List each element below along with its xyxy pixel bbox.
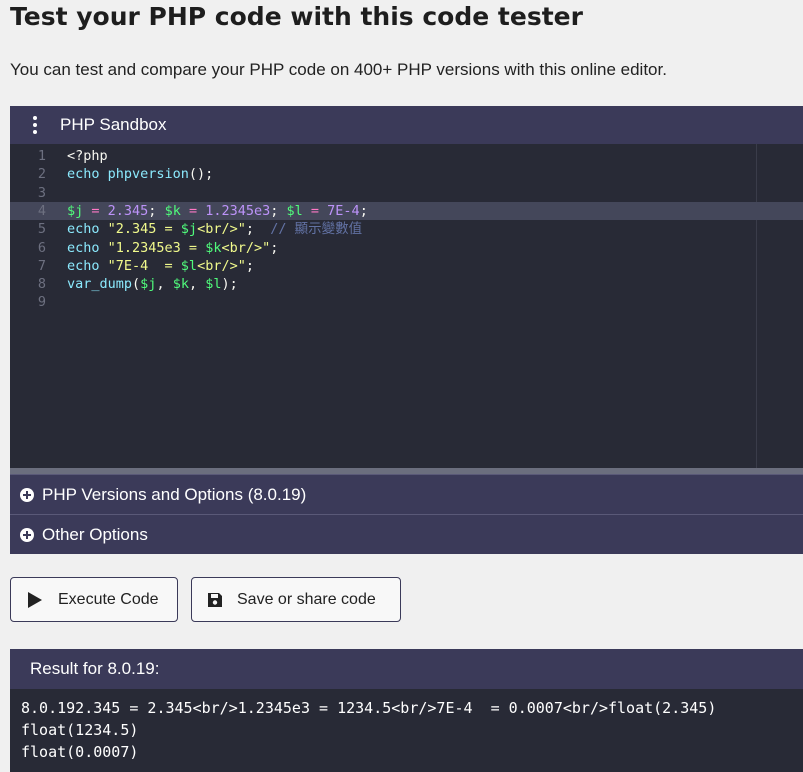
code-token: $l xyxy=(205,276,222,293)
sandbox-title: PHP Sandbox xyxy=(60,115,167,134)
code-token: ; xyxy=(359,202,368,219)
code-token: ; xyxy=(270,239,279,256)
floppy-disk-icon xyxy=(207,592,223,608)
code-line[interactable]: 6 echo "1.2345e3 = $k<br/>"; xyxy=(10,239,803,257)
code-token: phpversion xyxy=(107,166,189,183)
code-editor[interactable]: 1 <?php 2 echo phpversion(); 3 4 $j = 2.345; $… xyxy=(10,144,803,468)
code-token: = xyxy=(302,202,328,219)
line-number: 6 xyxy=(37,239,46,256)
plus-circle-icon xyxy=(20,487,34,502)
code-token: ; xyxy=(148,202,165,219)
code-token: , xyxy=(188,276,206,293)
code-token: 1.2345e3 xyxy=(205,202,271,219)
php-versions-accordion[interactable]: PHP Versions and Options (8.0.19) xyxy=(10,474,803,514)
code-text: <?php xyxy=(67,147,108,165)
code-line[interactable]: 1 <?php xyxy=(10,147,803,165)
sandbox-header: PHP Sandbox xyxy=(10,106,803,144)
result-panel: Result for 8.0.19: 8.0.192.345 = 2.345<b… xyxy=(10,649,803,772)
line-number: 4 xyxy=(37,202,46,219)
line-number: 1 xyxy=(37,148,46,164)
code-token: ); xyxy=(221,276,238,293)
code-text: echo "1.2345e3 = $k<br/>"; xyxy=(67,239,278,257)
code-token: ( xyxy=(132,276,141,293)
code-token: "2.345 = xyxy=(107,221,181,238)
plus-circle-icon xyxy=(20,527,34,542)
vertical-dots-icon[interactable] xyxy=(10,106,60,144)
code-token: = xyxy=(83,202,108,219)
code-token: <br/>" xyxy=(197,221,246,238)
code-token: // 顯示變數值 xyxy=(270,221,363,238)
php-versions-label: PHP Versions and Options (8.0.19) xyxy=(42,484,307,504)
line-number: 9 xyxy=(37,294,46,311)
php-sandbox: PHP Sandbox 1 <?php 2 echo phpversion(); 3 4 $… xyxy=(10,106,803,554)
code-token: ; xyxy=(245,221,271,238)
code-text: $j = 2.345; $k = 1.2345e3; $l = 7E-4; xyxy=(67,202,368,220)
code-token: $k xyxy=(172,276,189,293)
code-token: echo xyxy=(67,239,108,256)
save-share-button[interactable]: Save or share code xyxy=(191,577,401,622)
code-token: <br/>" xyxy=(197,257,246,274)
code-token: ; xyxy=(245,257,254,274)
code-token: $k xyxy=(205,239,222,256)
code-token: echo xyxy=(67,221,108,238)
code-token: $l xyxy=(286,202,303,219)
execute-code-label: Execute Code xyxy=(58,590,159,608)
code-text: echo "7E-4 = $l<br/>"; xyxy=(67,257,254,275)
save-share-label: Save or share code xyxy=(237,590,376,608)
code-token: $j xyxy=(180,221,198,238)
code-token: <?php xyxy=(67,148,108,164)
code-token: 7E-4 xyxy=(327,202,360,219)
line-number: 3 xyxy=(37,184,46,201)
line-number: 8 xyxy=(37,276,46,293)
other-options-accordion[interactable]: Other Options xyxy=(10,514,803,554)
other-options-label: Other Options xyxy=(42,524,148,544)
code-token: $k xyxy=(164,202,181,219)
code-line[interactable]: 8 var_dump($j, $k, $l); xyxy=(10,275,803,293)
execute-code-button[interactable]: Execute Code xyxy=(10,577,178,622)
code-token: $j xyxy=(67,202,84,219)
code-token: 2.345 xyxy=(107,202,149,219)
code-line[interactable]: 3 xyxy=(10,184,803,202)
page-title: Test your PHP code with this code tester xyxy=(10,2,583,31)
code-text: var_dump($j, $k, $l); xyxy=(67,275,238,293)
code-line[interactable]: 2 echo phpversion(); xyxy=(10,165,803,183)
code-token: (); xyxy=(188,166,214,183)
result-output: 8.0.192.345 = 2.345<br/>1.2345e3 = 1234.… xyxy=(10,689,803,772)
line-number: 5 xyxy=(37,221,46,238)
code-line[interactable]: 7 echo "7E-4 = $l<br/>"; xyxy=(10,257,803,275)
code-token: $j xyxy=(140,276,157,293)
code-token: echo xyxy=(67,166,108,183)
code-line[interactable]: 9 xyxy=(10,293,803,311)
code-text: echo "2.345 = $j<br/>"; // 顯示變數值 xyxy=(67,220,362,238)
code-text: echo phpversion(); xyxy=(67,165,213,183)
code-token: ; xyxy=(270,202,287,219)
line-number: 2 xyxy=(37,166,46,183)
code-token: = xyxy=(180,202,206,219)
code-token: var_dump xyxy=(67,276,133,293)
code-token: , xyxy=(156,276,173,293)
code-line[interactable]: 4 $j = 2.345; $k = 1.2345e3; $l = 7E-4; xyxy=(10,201,803,221)
code-token: <br/>" xyxy=(221,239,271,256)
result-header: Result for 8.0.19: xyxy=(10,649,803,689)
code-line[interactable]: 5 echo "2.345 = $j<br/>"; // 顯示變數值 xyxy=(10,220,803,238)
code-token: $l xyxy=(180,257,198,274)
line-number: 7 xyxy=(37,257,46,274)
play-icon xyxy=(28,591,42,608)
code-token: echo xyxy=(67,257,108,274)
code-token: "1.2345e3 = xyxy=(107,239,206,256)
code-token: "7E-4 = xyxy=(107,257,181,274)
page-description: You can test and compare your PHP code o… xyxy=(10,60,667,79)
